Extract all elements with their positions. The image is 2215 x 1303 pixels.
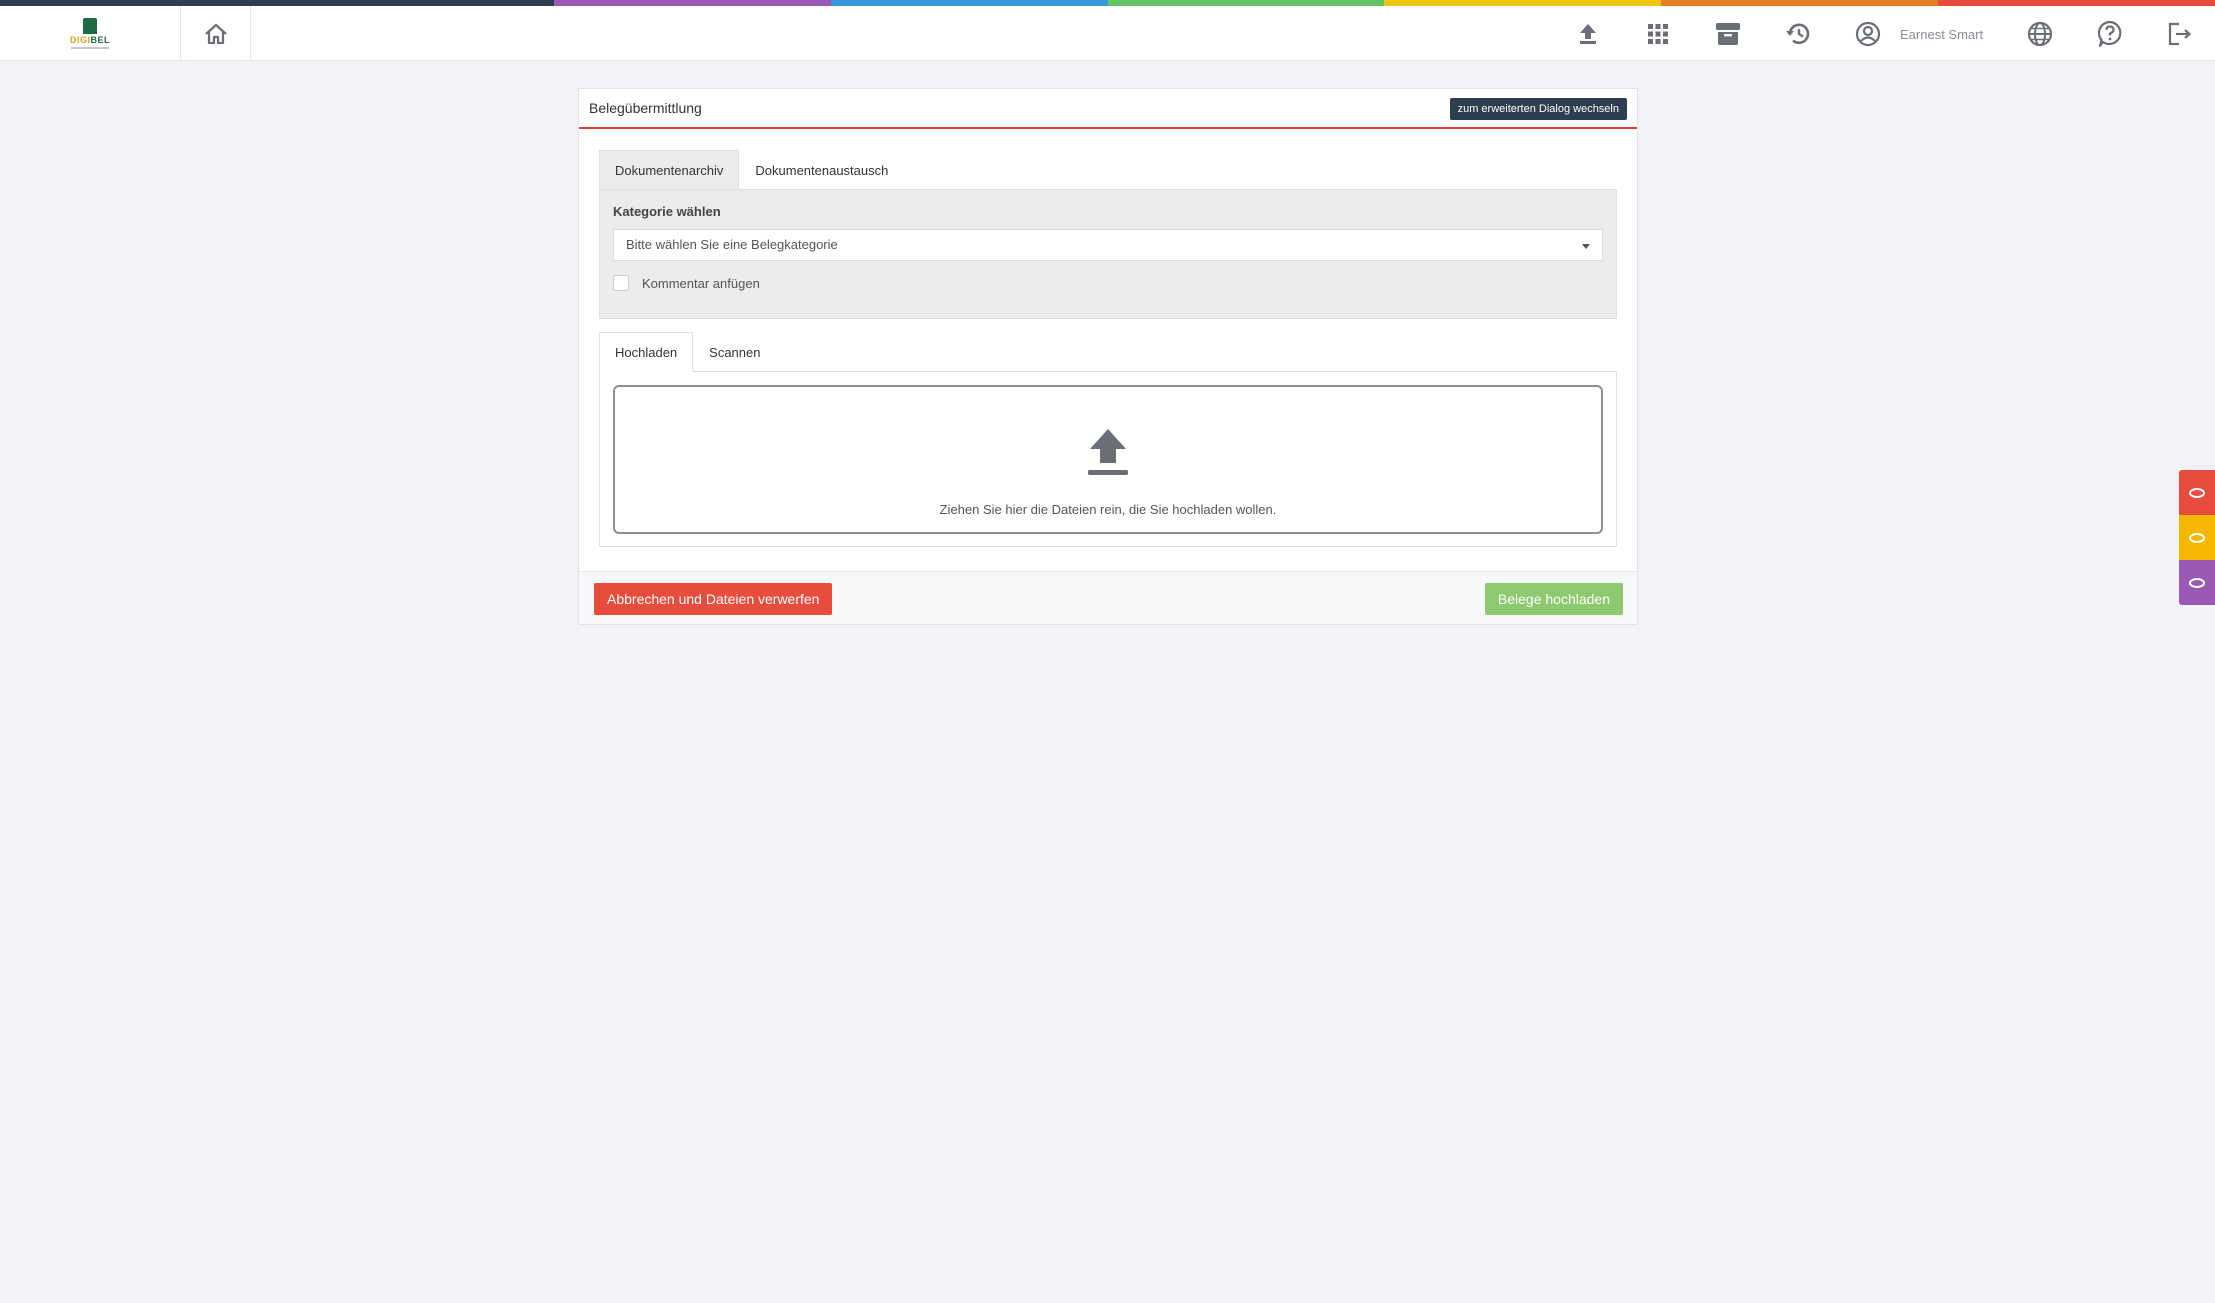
category-select-value: Bitte wählen Sie eine Belegkategorie xyxy=(626,237,838,252)
logo-house-icon xyxy=(82,18,97,34)
user-name-label[interactable]: Earnest Smart xyxy=(1900,27,1983,42)
panel-header: Belegübermittlung zum erweiterten Dialog… xyxy=(579,89,1637,129)
category-select[interactable]: Bitte wählen Sie eine Belegkategorie xyxy=(613,229,1603,261)
panel-footer: Abbrechen und Dateien verwerfen Belege h… xyxy=(579,571,1637,624)
document-submission-panel: Belegübermittlung zum erweiterten Dialog… xyxy=(578,88,1638,625)
comment-option: Kommentar anfügen xyxy=(613,275,760,291)
caret-down-icon xyxy=(1582,244,1590,249)
help-nav-button[interactable] xyxy=(2096,20,2124,48)
apps-grid-icon xyxy=(1648,24,1668,44)
apps-nav-button[interactable] xyxy=(1644,20,1672,48)
upload-icon xyxy=(1580,24,1596,44)
language-nav-button[interactable] xyxy=(2026,20,2054,48)
logout-nav-button[interactable] xyxy=(2166,20,2194,48)
top-navigation-bar: DIGIBEL Earnest Smart xyxy=(0,6,2215,61)
upload-method-tabs: Hochladen Scannen xyxy=(599,332,776,372)
oval-icon xyxy=(2189,577,2205,588)
tab-document-archive[interactable]: Dokumentenarchiv xyxy=(599,150,740,190)
archive-nav-button[interactable] xyxy=(1714,20,1742,48)
archive-icon xyxy=(1716,23,1740,45)
tab-scan[interactable]: Scannen xyxy=(693,332,776,372)
logo-word-b: BEL xyxy=(90,35,110,45)
side-tab-purple[interactable] xyxy=(2179,560,2215,605)
add-comment-checkbox[interactable] xyxy=(613,275,629,291)
user-circle-icon xyxy=(1855,21,1881,47)
add-comment-label[interactable]: Kommentar anfügen xyxy=(642,276,760,291)
side-tab-red[interactable] xyxy=(2179,470,2215,515)
logo-wordmark: DIGIBEL xyxy=(70,35,110,45)
switch-extended-dialog-button[interactable]: zum erweiterten Dialog wechseln xyxy=(1449,98,1627,120)
category-section: Kategorie wählen Bitte wählen Sie eine B… xyxy=(599,189,1617,319)
category-label: Kategorie wählen xyxy=(613,204,721,219)
logo-tagline xyxy=(70,47,109,49)
history-icon xyxy=(1786,23,1810,45)
dropzone-hint: Ziehen Sie hier die Dateien rein, die Si… xyxy=(939,502,1277,517)
document-tabs: Dokumentenarchiv Dokumentenaustausch xyxy=(599,150,904,190)
upload-tab-content: Ziehen Sie hier die Dateien rein, die Si… xyxy=(599,371,1617,547)
oval-icon xyxy=(2189,532,2205,543)
help-icon xyxy=(2097,20,2122,48)
logo-link[interactable]: DIGIBEL xyxy=(0,6,181,61)
tab-upload[interactable]: Hochladen xyxy=(599,332,694,372)
app-logo: DIGIBEL xyxy=(70,18,110,49)
user-profile-button[interactable] xyxy=(1854,20,1882,48)
history-nav-button[interactable] xyxy=(1784,20,1812,48)
upload-icon xyxy=(1088,429,1128,475)
panel-title: Belegübermittlung xyxy=(589,100,702,116)
oval-icon xyxy=(2189,487,2205,498)
upload-nav-button[interactable] xyxy=(1574,20,1602,48)
side-tab-yellow[interactable] xyxy=(2179,515,2215,560)
logout-icon xyxy=(2168,22,2192,46)
upload-documents-button[interactable]: Belege hochladen xyxy=(1484,583,1623,615)
cancel-discard-button[interactable]: Abbrechen und Dateien verwerfen xyxy=(594,583,833,615)
globe-icon xyxy=(2027,21,2053,47)
home-button[interactable] xyxy=(181,6,251,61)
tab-document-exchange[interactable]: Dokumentenaustausch xyxy=(739,150,904,190)
home-icon xyxy=(204,23,227,44)
logo-word-a: DIGI xyxy=(69,35,91,45)
file-dropzone[interactable]: Ziehen Sie hier die Dateien rein, die Si… xyxy=(613,385,1603,534)
